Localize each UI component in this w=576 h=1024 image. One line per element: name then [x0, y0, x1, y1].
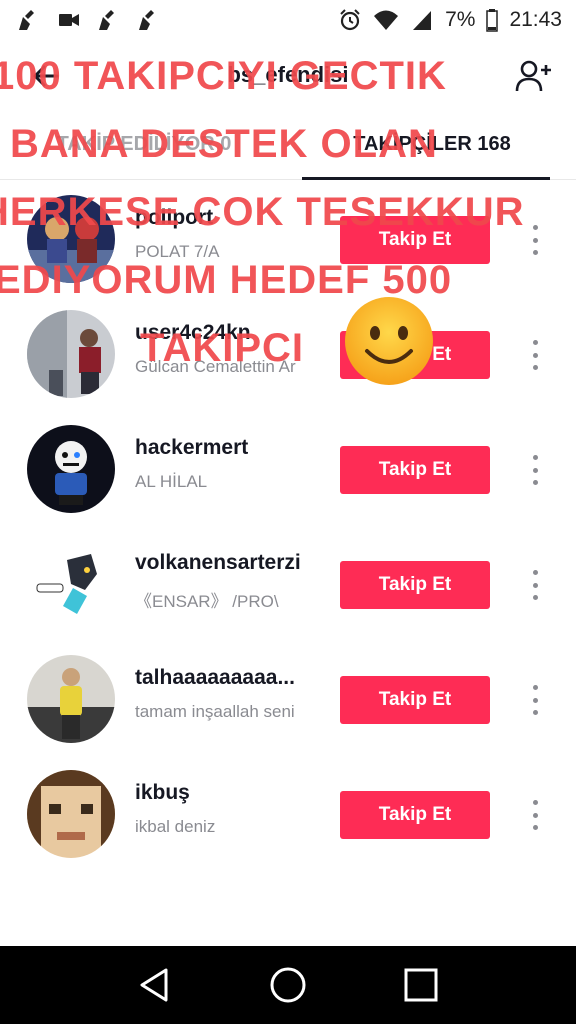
- status-left-icons: [16, 7, 162, 33]
- follower-nickname: tamam inşaallah seni: [135, 702, 295, 721]
- home-circle-icon[interactable]: [263, 960, 313, 1010]
- profile-header: bs_efendisi: [0, 40, 576, 110]
- battery-percent: 7%: [445, 8, 476, 31]
- status-right: 7% 21:43: [337, 7, 562, 33]
- follower-username[interactable]: user4c24kn: [135, 321, 315, 345]
- system-nav-bar: [0, 946, 576, 1024]
- avatar[interactable]: [27, 655, 115, 743]
- status-bar: 7% 21:43: [0, 0, 576, 40]
- follow-button[interactable]: Takip Et: [340, 561, 490, 609]
- list-item[interactable]: poliport POLAT 7/A Takip Et: [0, 182, 576, 297]
- follower-username[interactable]: poliport: [135, 206, 315, 230]
- follower-username[interactable]: volkanensarterzi: [135, 551, 315, 575]
- follower-nickname: AL HİLAL: [135, 472, 208, 491]
- follow-button[interactable]: Takip Et: [340, 216, 490, 264]
- video-icon: [56, 7, 82, 33]
- follow-tabs: TAKİP EDİLİYOR 0 TAKİPÇİLER 168: [0, 110, 576, 180]
- clock-time: 21:43: [509, 8, 562, 31]
- more-options-icon[interactable]: [520, 567, 550, 603]
- avatar[interactable]: [27, 425, 115, 513]
- follower-nickname: ikbal deniz: [135, 817, 216, 836]
- list-item[interactable]: ikbuş ikbal deniz Takip Et: [0, 757, 576, 872]
- battery-icon: [485, 7, 499, 33]
- back-triangle-icon[interactable]: [130, 960, 180, 1010]
- header-username: bs_efendisi: [227, 62, 349, 87]
- tab-following[interactable]: TAKİP EDİLİYOR 0: [0, 110, 288, 179]
- wifi-icon: [373, 7, 399, 33]
- list-item[interactable]: hackermert AL HİLAL Takip Et: [0, 412, 576, 527]
- more-options-icon[interactable]: [520, 682, 550, 718]
- alarm-icon: [337, 7, 363, 33]
- list-item[interactable]: volkanensarterzi 《ENSAR》 /PRO\ Takip Et: [0, 527, 576, 642]
- avatar[interactable]: [27, 770, 115, 858]
- more-options-icon[interactable]: [520, 797, 550, 833]
- more-options-icon[interactable]: [520, 222, 550, 258]
- add-user-icon: [515, 60, 551, 92]
- follower-username[interactable]: hackermert: [135, 436, 315, 460]
- follow-button[interactable]: Takip Et: [340, 791, 490, 839]
- add-user-button[interactable]: [512, 54, 556, 98]
- tab-followers[interactable]: TAKİPÇİLER 168: [288, 110, 576, 180]
- more-options-icon[interactable]: [520, 337, 550, 373]
- more-options-icon[interactable]: [520, 452, 550, 488]
- cleaner-icon: [136, 7, 162, 33]
- list-item[interactable]: talhaaaaaaaaa... tamam inşaallah seni Ta…: [0, 642, 576, 757]
- cleaner-icon: [96, 7, 122, 33]
- list-item[interactable]: user4c24kn Gülcan Cemalettin Ar Takip Et: [0, 297, 576, 412]
- follower-nickname: POLAT 7/A: [135, 242, 220, 261]
- recents-square-icon[interactable]: [396, 960, 446, 1010]
- avatar[interactable]: [27, 310, 115, 398]
- avatar[interactable]: [27, 195, 115, 283]
- signal-icon: [409, 7, 435, 33]
- follow-button[interactable]: Takip Et: [340, 331, 490, 379]
- cleaner-icon: [16, 7, 42, 33]
- follow-button[interactable]: Takip Et: [340, 446, 490, 494]
- follower-nickname: 《ENSAR》 /PRO\: [135, 592, 279, 611]
- follower-nickname: Gülcan Cemalettin Ar: [135, 357, 296, 376]
- follow-button[interactable]: Takip Et: [340, 676, 490, 724]
- avatar[interactable]: [27, 540, 115, 628]
- followers-list: poliport POLAT 7/A Takip Et user4c24kn G…: [0, 182, 576, 872]
- follower-username[interactable]: talhaaaaaaaaa...: [135, 666, 315, 690]
- follower-username[interactable]: ikbuş: [135, 781, 315, 805]
